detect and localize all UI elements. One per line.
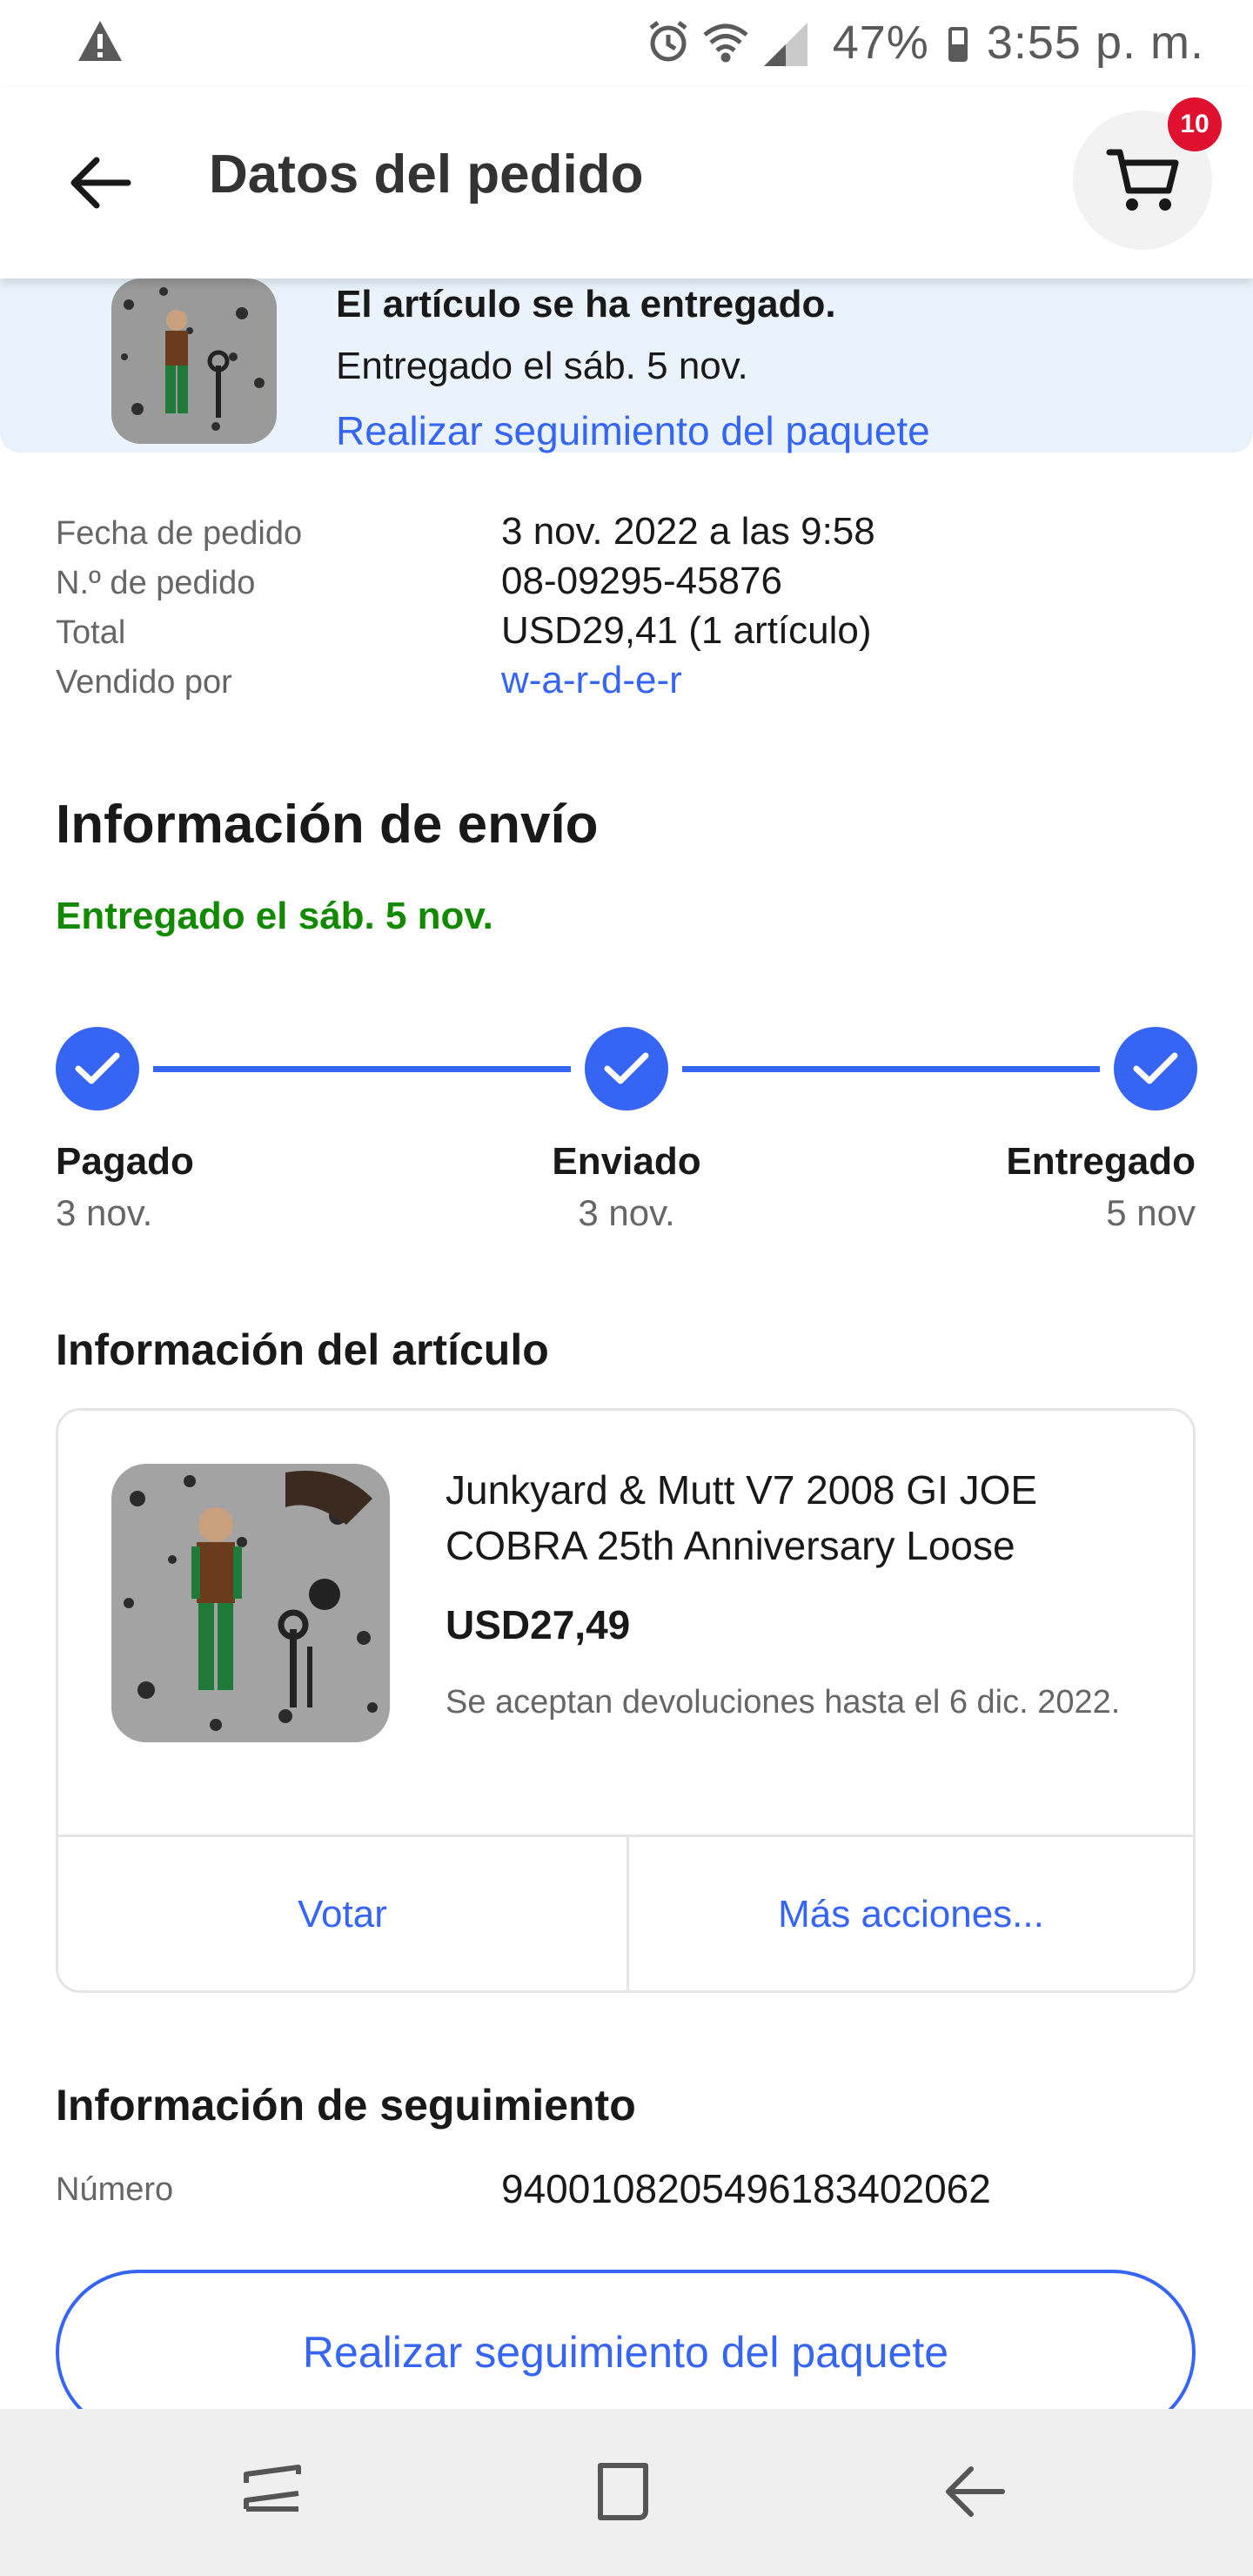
- step-shipped-date: 3 nov.: [578, 1192, 675, 1233]
- app-bar: Datos del pedido 10: [0, 87, 1253, 278]
- checkmark-icon: [75, 1052, 120, 1084]
- progress-line-1: [153, 1066, 571, 1072]
- step-shipped-indicator: [585, 1027, 668, 1110]
- step-paid-date: 3 nov.: [56, 1192, 153, 1233]
- clock: 3:55 p. m.: [986, 17, 1204, 69]
- item-photo: [111, 278, 277, 444]
- battery-percent: 47%: [832, 17, 929, 69]
- status-text: 47% 3:55 p. m.: [833, 16, 1204, 70]
- step-shipped-label: Enviado: [552, 1140, 701, 1183]
- arrow-left-icon: [70, 157, 131, 209]
- seller-link[interactable]: w-a-r-d-e-r: [501, 659, 682, 702]
- delivery-status: El artículo se ha entregado.: [336, 283, 836, 325]
- home-icon: [598, 2463, 648, 2520]
- item-returns-policy: Se aceptan devoluciones hasta el 6 dic. …: [446, 1684, 1121, 1721]
- back-button[interactable]: [52, 135, 148, 231]
- cart-icon: [1106, 149, 1179, 211]
- cart-count-badge: 10: [1168, 97, 1222, 151]
- tracking-number-label: Número: [56, 2171, 174, 2208]
- item-photo: [111, 1464, 390, 1742]
- battery-icon: [948, 27, 968, 62]
- progress-line-2: [682, 1066, 1100, 1072]
- item-section-title: Información del artículo: [56, 1325, 549, 1374]
- step-paid-label: Pagado: [56, 1140, 194, 1183]
- item-title[interactable]: Junkyard & Mutt V7 2008 GI JOE COBRA 25t…: [446, 1462, 1124, 1573]
- order-number-value: 08-09295-45876: [501, 560, 782, 602]
- rate-button[interactable]: Votar: [58, 1838, 626, 1991]
- order-date-value: 3 nov. 2022 a las 9:58: [501, 510, 875, 553]
- item-image[interactable]: [111, 1464, 390, 1742]
- back-icon: [946, 2466, 1005, 2517]
- checkmark-icon: [604, 1052, 649, 1084]
- step-delivered-label: Entregado: [1006, 1140, 1196, 1183]
- item-price: USD27,49: [446, 1602, 631, 1647]
- order-total-value: USD29,41 (1 artículo): [501, 609, 872, 652]
- signal-icon: [764, 23, 807, 66]
- checkmark-icon: [1133, 1052, 1178, 1084]
- order-date-label: Fecha de pedido: [56, 515, 303, 552]
- delivery-date: Entregado el sáb. 5 nov.: [336, 345, 748, 387]
- status-bar: 47% 3:55 p. m.: [0, 0, 1253, 87]
- shipping-section-title: Información de envío: [56, 795, 599, 855]
- step-paid-indicator: [56, 1027, 139, 1110]
- warning-icon: [78, 21, 122, 61]
- alarm-icon: [649, 21, 687, 62]
- shipping-status: Entregado el sáb. 5 nov.: [56, 895, 493, 937]
- seller-label: Vendido por: [56, 664, 232, 701]
- home-button[interactable]: [571, 2444, 675, 2539]
- tracking-section-title: Información de seguimiento: [56, 2081, 636, 2130]
- order-number-label: N.º de pedido: [56, 565, 256, 601]
- system-nav-bar: [0, 2409, 1253, 2576]
- step-delivered-indicator: [1114, 1027, 1197, 1110]
- more-actions-button[interactable]: Más acciones...: [629, 1838, 1193, 1991]
- item-thumbnail[interactable]: [111, 278, 277, 444]
- step-delivered-date: 5 nov: [1106, 1192, 1196, 1233]
- tracking-number-value: 9400108205496183402062: [501, 2166, 991, 2211]
- page-title: Datos del pedido: [209, 144, 644, 205]
- recents-button[interactable]: [220, 2444, 325, 2539]
- card-divider: [56, 1835, 1196, 1837]
- recents-icon: [244, 2465, 301, 2512]
- back-nav-button[interactable]: [922, 2444, 1027, 2539]
- order-total-label: Total: [56, 614, 126, 651]
- status-icons: [649, 21, 807, 66]
- wifi-icon: [703, 23, 748, 63]
- track-package-link[interactable]: Realizar seguimiento del paquete: [336, 407, 930, 454]
